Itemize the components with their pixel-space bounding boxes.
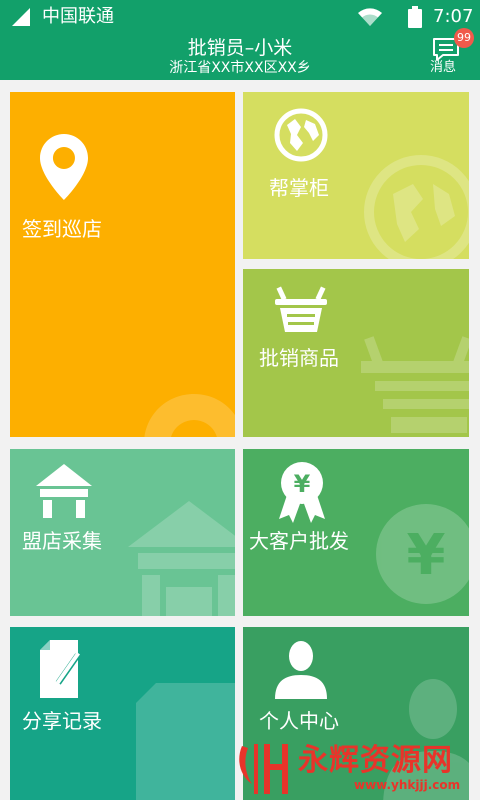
location-pin-icon (40, 134, 88, 200)
page-title: 批销员–小米 (187, 37, 293, 59)
battery-icon (408, 6, 422, 28)
wifi-icon (358, 8, 382, 26)
app-header: 批销员–小米 浙江省XX市XX区XX乡 消息 99 (0, 28, 480, 80)
location-pin-watermark-icon (144, 394, 235, 437)
tile-label: 大客户批发 (249, 529, 349, 553)
tile-store-collection[interactable]: 盟店采集 (10, 449, 235, 616)
store-watermark-icon (128, 501, 235, 616)
globe-watermark-icon (364, 155, 469, 259)
clock: 7:07 (433, 6, 474, 27)
document-watermark-icon (136, 683, 235, 800)
brand-logo-icon (239, 744, 288, 794)
messages-button[interactable]: 消息 99 (424, 28, 474, 80)
tile-label: 帮掌柜 (269, 176, 329, 200)
user-icon (275, 641, 327, 699)
status-bar: 中国联通 7:07 (0, 0, 480, 34)
location-subtitle: 浙江省XX市XX区XX乡 (169, 60, 311, 76)
document-pen-icon (40, 640, 81, 698)
site-watermark-logo: 永辉资源网 www.yhkjjj.com (234, 740, 474, 798)
yen-badge-icon: ¥ (279, 462, 325, 523)
shopping-basket-icon (275, 286, 327, 332)
tile-key-account-wholesale[interactable]: ¥ ¥ 大客户批发 (243, 449, 469, 616)
tile-share-records[interactable]: 分享记录 (10, 627, 235, 800)
tile-label: 签到巡店 (22, 217, 102, 241)
yen-badge-watermark-icon: ¥ (376, 504, 469, 604)
signal-icon (12, 8, 30, 26)
svg-text:¥: ¥ (294, 470, 311, 498)
tile-label: 分享记录 (22, 709, 102, 733)
messages-label: 消息 (430, 60, 457, 75)
tile-check-in[interactable]: 签到巡店 (10, 92, 235, 437)
tile-label: 盟店采集 (22, 529, 102, 553)
tile-label: 个人中心 (259, 709, 339, 733)
brand-name: 永辉资源网 (298, 743, 453, 778)
tile-shopkeeper-help[interactable]: 帮掌柜 (243, 92, 469, 259)
globe-icon (274, 108, 328, 162)
brand-url: www.yhkjjj.com (354, 778, 461, 792)
tile-label: 批销商品 (259, 346, 339, 370)
carrier-name: 中国联通 (42, 6, 114, 27)
basket-watermark-icon (361, 336, 469, 433)
store-icon (36, 464, 92, 518)
tile-wholesale-goods[interactable]: 批销商品 (243, 269, 469, 437)
svg-text:¥: ¥ (407, 523, 446, 588)
unread-badge: 99 (454, 28, 474, 48)
